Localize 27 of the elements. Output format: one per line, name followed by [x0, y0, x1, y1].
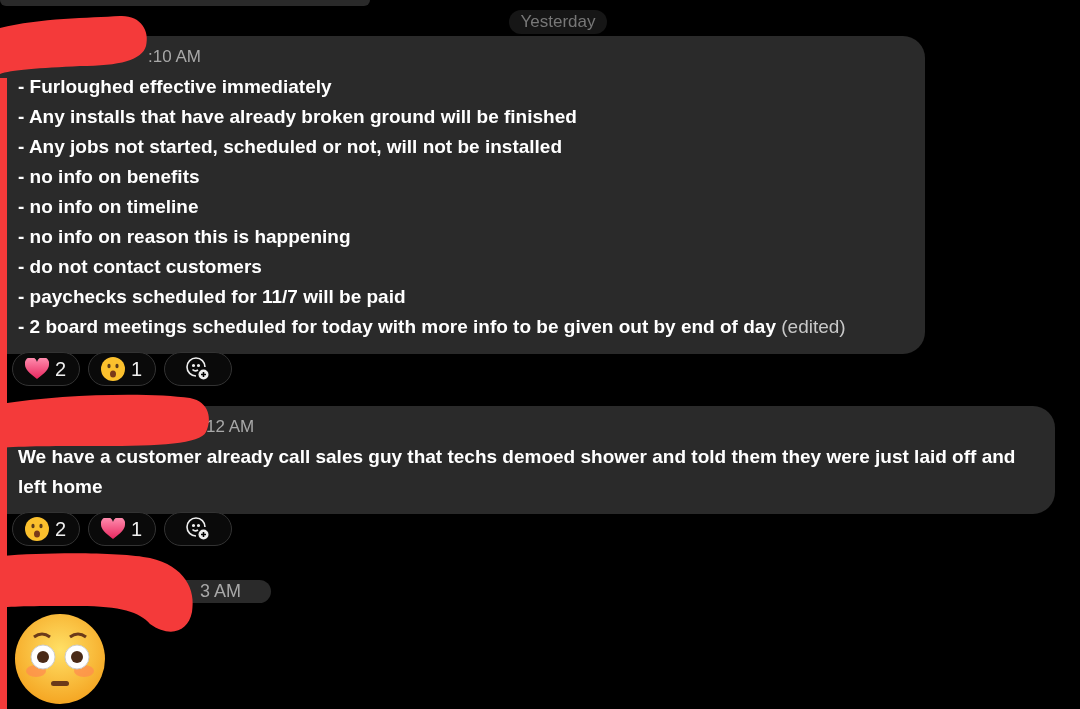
add-reaction-icon — [186, 517, 210, 541]
message-text: - no info on reason this is happening — [18, 225, 352, 249]
timestamp: :10 AM — [147, 46, 202, 68]
message-text: - no info on benefits — [18, 165, 201, 189]
flushed-face-icon — [14, 613, 106, 705]
message-text: - Any installs that have already broken ground will be finished — [18, 105, 578, 129]
add-reaction-button[interactable] — [164, 512, 232, 546]
message-text: We have a customer already call sales guy that techs demoed shower and told them they were just laid off and left home — [18, 445, 1017, 499]
add-reaction-icon — [186, 357, 210, 381]
message-text: - 2 board meetings scheduled for today with more info to be given out by end of day — [18, 316, 776, 337]
surprised-face-icon — [101, 357, 125, 381]
surprised-face-icon — [25, 517, 49, 541]
reaction-chip[interactable]: 2 — [12, 352, 80, 386]
message-text: - Any jobs not started, scheduled or not, will not be installed — [18, 135, 563, 159]
timestamp: 12 AM — [205, 416, 256, 438]
message-text: - do not contact customers — [18, 255, 263, 279]
message-text: - paychecks scheduled for 11/7 will be paid — [18, 285, 407, 309]
message-text: - no info on timeline — [18, 195, 200, 219]
date-divider: Yesterday — [508, 10, 608, 34]
message-text: - Furloughed effective immediately — [18, 75, 333, 99]
reaction-chip[interactable]: 1 — [88, 512, 156, 546]
reaction-chip[interactable]: 1 — [88, 352, 156, 386]
heart-icon — [101, 518, 125, 540]
heart-icon — [25, 358, 49, 380]
reaction-chip[interactable]: 2 — [12, 512, 80, 546]
edited-label: (edited) — [781, 316, 846, 337]
add-reaction-button[interactable] — [164, 352, 232, 386]
